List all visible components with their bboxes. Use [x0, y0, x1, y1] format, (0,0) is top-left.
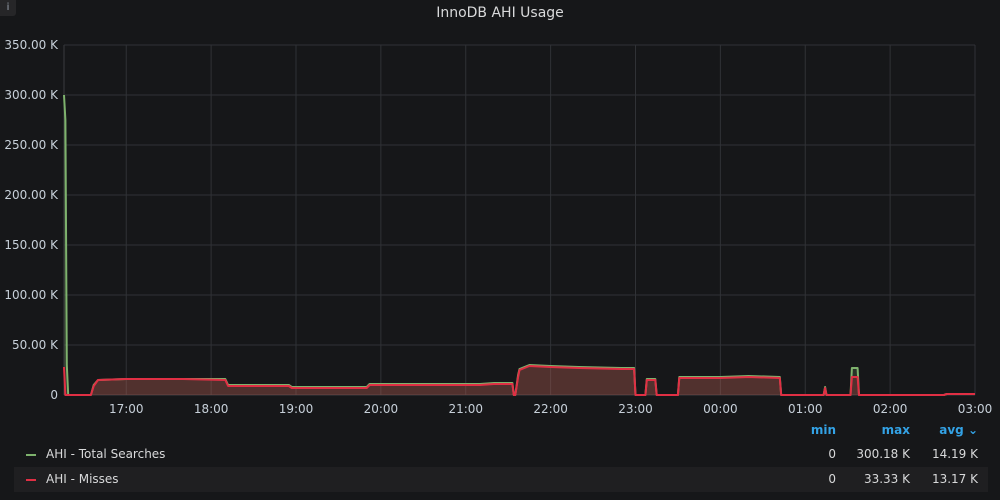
legend-value-min: 0 — [828, 447, 836, 461]
x-tick-label: 01:00 — [788, 402, 823, 416]
x-tick-label: 23:00 — [618, 402, 653, 416]
legend-series-name[interactable]: AHI - Misses — [46, 467, 119, 492]
y-axis: 0 50.00 K 100.00 K 150.00 K 200.00 K 250.00 K… — [4, 38, 59, 402]
y-tick-label: 350.00 K — [4, 38, 59, 52]
x-tick-label: 20:00 — [364, 402, 399, 416]
legend-col-avg[interactable]: avg ⌄ — [939, 423, 978, 437]
x-axis: 17:00 18:00 19:00 20:00 21:00 22:00 23:00 00:00… — [109, 402, 992, 416]
x-tick-label: 03:00 — [958, 402, 993, 416]
x-tick-label: 22:00 — [533, 402, 568, 416]
legend-value-max: 300.18 K — [856, 447, 910, 461]
y-tick-label: 0 — [50, 388, 58, 402]
legend-row-total-searches[interactable]: AHI - Total Searches 0 300.18 K 14.19 K — [14, 442, 988, 467]
legend-series-name[interactable]: AHI - Total Searches — [46, 442, 165, 467]
legend-row-misses[interactable]: AHI - Misses 0 33.33 K 13.17 K — [14, 467, 988, 492]
y-tick-label: 150.00 K — [4, 238, 59, 252]
legend-col-max[interactable]: max — [882, 423, 910, 437]
x-tick-label: 19:00 — [279, 402, 314, 416]
graph-panel: i InnoDB AHI Usage 0 50.00 K 100.00 K 150.0… — [0, 0, 1000, 500]
x-tick-label: 18:00 — [194, 402, 229, 416]
legend-header: min max avg ⌄ — [14, 420, 988, 442]
x-tick-label: 17:00 — [109, 402, 144, 416]
legend-value-min: 0 — [828, 472, 836, 486]
legend: min max avg ⌄ AHI - Total Searches 0 300… — [14, 420, 988, 492]
y-tick-label: 50.00 K — [12, 338, 59, 352]
legend-swatch-total-searches[interactable] — [26, 454, 36, 456]
y-tick-label: 200.00 K — [4, 188, 59, 202]
x-tick-label: 00:00 — [703, 402, 738, 416]
y-tick-label: 300.00 K — [4, 88, 59, 102]
chart-grid — [63, 44, 976, 396]
x-tick-label: 21:00 — [448, 402, 483, 416]
legend-col-min[interactable]: min — [811, 423, 836, 437]
chart-area[interactable]: 0 50.00 K 100.00 K 150.00 K 200.00 K 250.00 K… — [0, 0, 1000, 420]
x-tick-label: 02:00 — [873, 402, 908, 416]
y-tick-label: 250.00 K — [4, 138, 59, 152]
legend-swatch-misses[interactable] — [26, 479, 36, 481]
legend-value-avg: 13.17 K — [931, 472, 978, 486]
y-tick-label: 100.00 K — [4, 288, 59, 302]
legend-value-avg: 14.19 K — [931, 447, 978, 461]
legend-value-max: 33.33 K — [863, 472, 910, 486]
